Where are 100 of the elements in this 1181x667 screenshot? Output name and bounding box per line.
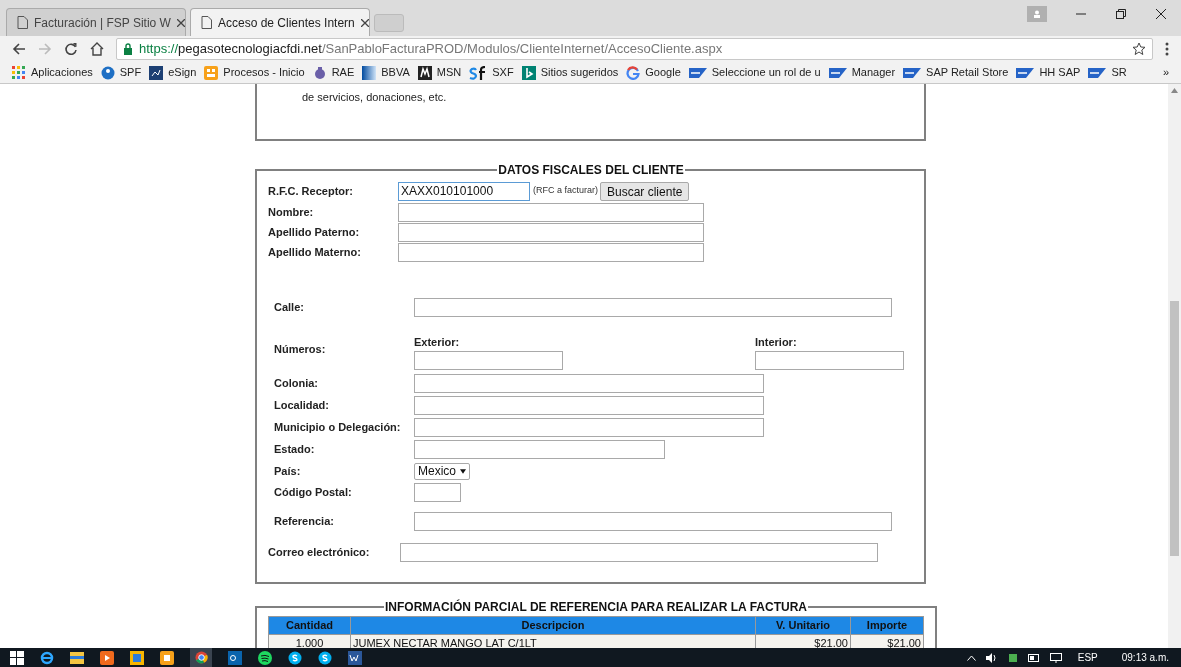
bookmark-link[interactable]: Aplicaciones <box>12 64 93 81</box>
field-label: País: <box>274 463 302 479</box>
bookmarks-overflow-button[interactable]: » <box>1162 64 1169 81</box>
tab-title: Acceso de Clientes Intern <box>218 14 355 32</box>
sf-logo-icon <box>469 65 488 80</box>
dropdown-value: Mexico <box>418 463 456 480</box>
google-g-icon <box>626 65 641 80</box>
bookmark-link[interactable]: Seleccione un rol de u <box>688 64 821 81</box>
menu-icon[interactable] <box>1165 42 1169 56</box>
close-icon[interactable] <box>360 18 369 27</box>
bing-icon <box>521 65 536 80</box>
field-label: Municipio o Delegación: <box>274 419 402 435</box>
address-bar[interactable]: https://pegasotecnologiacfdi.net/SanPabloFacturaPROD/Modulos/ClienteInternet/AccesoCliente.aspx <box>116 38 1153 60</box>
text-input[interactable] <box>414 395 764 415</box>
text-input[interactable] <box>414 350 563 370</box>
chevron-up-icon[interactable] <box>966 654 976 661</box>
network-icon[interactable] <box>1049 652 1062 663</box>
url-text: https://pegasotecnologiacfdi.net/SanPabloFacturaPROD/Modulos/ClienteInternet/AccesoCliente.aspx <box>139 40 724 59</box>
field-label: Colonia: <box>274 375 319 391</box>
sap-logo-icon <box>828 67 847 78</box>
bookmark-link[interactable]: Sitios sugeridos <box>521 64 619 81</box>
bookmark-link[interactable]: BBVA <box>362 64 410 81</box>
gradient-square-icon <box>362 65 377 80</box>
lock-icon <box>123 43 133 55</box>
field-label: Referencia: <box>274 513 335 529</box>
chrome-icon[interactable] <box>190 648 212 667</box>
bookmark-link[interactable]: Procesos - Inicio <box>204 64 305 81</box>
scroll-up-arrow-icon[interactable] <box>1171 88 1178 93</box>
word-icon[interactable] <box>348 650 362 665</box>
spotify-icon[interactable] <box>258 650 272 665</box>
bookmark-link[interactable]: MSN <box>417 64 462 81</box>
bookmark-link[interactable]: SPF <box>100 64 142 81</box>
esign-icon <box>149 65 164 80</box>
browser-e-icon[interactable] <box>40 650 54 665</box>
text-input[interactable] <box>414 297 892 317</box>
page-icon <box>17 16 28 29</box>
media-player-icon[interactable] <box>100 650 114 665</box>
text-input[interactable] <box>398 222 704 242</box>
browser-tab[interactable]: Acceso de Clientes Intern <box>190 8 370 36</box>
sap-logo-icon <box>1016 67 1035 78</box>
sap-logo-icon <box>688 67 707 78</box>
grid-app-icon[interactable] <box>160 650 174 665</box>
text-input[interactable] <box>414 417 764 437</box>
close-icon[interactable] <box>1155 8 1167 20</box>
bookmark-link[interactable]: SAP Retail Store <box>903 64 1009 81</box>
field-label: Calle: <box>274 299 305 315</box>
sap-logo-icon <box>903 67 922 78</box>
skype-icon[interactable] <box>288 650 302 665</box>
section-title: DATOS FISCALES DEL CLIENTE <box>497 162 685 179</box>
field-label: Números: <box>274 341 327 357</box>
section-title: INFORMACIÓN PARCIAL DE REFERENCIA PARA REALIZAR LA FACTURA <box>384 598 808 616</box>
column-header: V. Unitario <box>755 616 851 634</box>
tab-title: Facturación | FSP Sitio W <box>34 14 171 32</box>
field-label: Apellido Paterno: <box>268 224 361 240</box>
scrollbar-thumb[interactable] <box>1170 301 1179 556</box>
outlook-icon[interactable] <box>228 650 242 665</box>
field-label: Código Postal: <box>274 484 353 500</box>
text-input[interactable] <box>755 350 904 370</box>
bookmark-link[interactable]: SXF <box>469 64 514 81</box>
bookmark-link[interactable]: SR <box>1088 64 1127 81</box>
star-icon[interactable] <box>1132 42 1146 56</box>
column-header: Cantidad <box>268 616 351 634</box>
windows-logo-icon[interactable] <box>10 650 24 665</box>
browser-tab[interactable]: Facturación | FSP Sitio W <box>6 8 186 36</box>
search-client-button[interactable]: Buscar cliente <box>600 181 690 201</box>
text-input[interactable] <box>414 373 764 393</box>
back-arrow-icon[interactable] <box>12 42 26 56</box>
text-input[interactable] <box>414 511 892 531</box>
home-icon[interactable] <box>90 42 104 56</box>
text-input[interactable] <box>414 482 461 502</box>
rfc-input[interactable]: XAXX010101000 <box>398 181 530 201</box>
clock-text[interactable]: 09:13 a.m. <box>1121 650 1169 665</box>
field-label: Exterior: <box>414 335 461 351</box>
dropdown-arrow-icon <box>460 468 466 474</box>
page-icon <box>201 16 212 29</box>
text-input[interactable] <box>414 439 665 459</box>
apps-grid-icon <box>12 65 26 80</box>
field-label: Apellido Materno: <box>268 244 362 260</box>
language-indicator[interactable]: ESP <box>1077 650 1098 665</box>
text-input[interactable] <box>398 202 704 222</box>
text-input[interactable] <box>400 542 878 562</box>
msn-icon <box>417 65 432 80</box>
field-label: Localidad: <box>274 397 330 413</box>
country-dropdown[interactable]: Mexico <box>414 462 470 480</box>
vertical-scrollbar[interactable] <box>1168 84 1181 648</box>
text-input[interactable] <box>398 242 704 262</box>
field-label: R.F.C. Receptor: <box>268 183 354 199</box>
restore-icon[interactable] <box>1115 8 1127 20</box>
field-label: Interior: <box>755 335 798 351</box>
speaker-icon[interactable] <box>985 652 998 663</box>
bookmark-link[interactable]: eSign <box>149 64 197 81</box>
bookmark-link[interactable]: Manager <box>828 64 896 81</box>
bookmark-link[interactable]: RAE <box>312 64 355 81</box>
column-header: Descripcion <box>350 616 756 634</box>
battery-icon[interactable] <box>1027 653 1040 662</box>
skype-icon[interactable] <box>318 650 332 665</box>
reload-icon[interactable] <box>64 42 78 56</box>
close-icon[interactable] <box>176 18 185 27</box>
bookmark-link[interactable]: HH SAP <box>1016 64 1081 81</box>
bookmark-link[interactable]: Google <box>626 64 681 81</box>
